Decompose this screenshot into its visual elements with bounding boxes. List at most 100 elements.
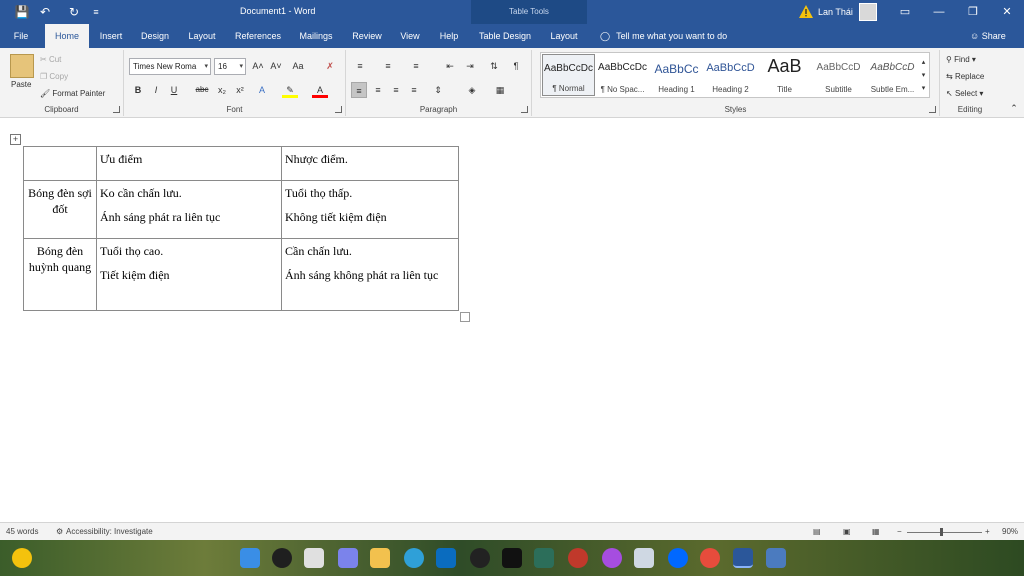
- tab-insert[interactable]: Insert: [94, 24, 128, 48]
- collapse-ribbon-icon[interactable]: ⌃: [1006, 100, 1022, 116]
- warning-icon[interactable]: [799, 5, 813, 18]
- zoom-level[interactable]: 90%: [1002, 527, 1018, 536]
- style-no-spacing[interactable]: AaBbCcDc ¶ No Spac...: [596, 54, 649, 96]
- chat-icon[interactable]: [338, 548, 358, 568]
- tab-view[interactable]: View: [395, 24, 425, 48]
- show-formatting-icon[interactable]: ¶: [508, 58, 524, 74]
- app-doc-icon[interactable]: [766, 548, 786, 568]
- customize-quick-access-icon[interactable]: ≡: [88, 4, 104, 20]
- change-case-icon[interactable]: Aa: [290, 58, 306, 74]
- tell-me-search[interactable]: ◯ Tell me what you want to do: [600, 24, 727, 48]
- bold-icon[interactable]: B: [130, 82, 146, 98]
- style-heading-2[interactable]: AaBbCcD Heading 2: [704, 54, 757, 96]
- align-left-icon[interactable]: ≡: [351, 82, 367, 98]
- shading-icon[interactable]: ◈: [464, 82, 480, 98]
- table-cell[interactable]: Ko cần chấn lưu. Ánh sáng phát ra liên tụ…: [96, 180, 282, 239]
- file-explorer-icon[interactable]: [370, 548, 390, 568]
- tab-home[interactable]: Home: [45, 24, 89, 48]
- tab-table-layout[interactable]: Layout: [545, 24, 583, 48]
- tab-references[interactable]: References: [232, 24, 284, 48]
- clipboard-launcher-icon[interactable]: [113, 106, 120, 113]
- table-cell[interactable]: Tuổi thọ cao. Tiết kiệm điện: [96, 238, 282, 311]
- zoom-slider-thumb[interactable]: [940, 528, 943, 536]
- tab-review[interactable]: Review: [349, 24, 385, 48]
- ribbon-display-options-icon[interactable]: ▭: [888, 0, 922, 24]
- zoom-in-icon[interactable]: +: [985, 527, 990, 536]
- shrink-font-icon[interactable]: A˅: [268, 58, 284, 74]
- redo-icon[interactable]: ↻: [66, 4, 82, 20]
- table-cell[interactable]: Bóng đèn sợi đốt: [23, 180, 97, 239]
- document-canvas[interactable]: + Ưu điểm Nhược điểm. Bóng đèn sợi đốt K…: [0, 118, 1024, 522]
- underline-icon[interactable]: U: [166, 82, 182, 98]
- zalo-icon[interactable]: [668, 548, 688, 568]
- capcut-icon[interactable]: [534, 548, 554, 568]
- word-count[interactable]: 45 words: [6, 527, 38, 536]
- paragraph-launcher-icon[interactable]: [521, 106, 528, 113]
- italic-icon[interactable]: I: [148, 82, 164, 98]
- tiktok-icon[interactable]: [502, 548, 522, 568]
- weather-icon[interactable]: [12, 548, 32, 568]
- table-cell[interactable]: Tuổi thọ thấp. Không tiết kiệm điện: [281, 180, 459, 239]
- tab-mailings[interactable]: Mailings: [294, 24, 338, 48]
- align-right-icon[interactable]: ≡: [388, 82, 404, 98]
- tab-file[interactable]: File: [6, 24, 36, 48]
- highlight-icon[interactable]: ✎: [282, 82, 298, 98]
- text-effects-icon[interactable]: A: [254, 82, 270, 98]
- task-view-icon[interactable]: [304, 548, 324, 568]
- find-button[interactable]: ⚲ Find ▾: [946, 55, 976, 64]
- decrease-indent-icon[interactable]: ⇤: [442, 58, 458, 74]
- subscript-icon[interactable]: x₂: [214, 82, 230, 98]
- tab-help[interactable]: Help: [435, 24, 463, 48]
- restore-icon[interactable]: ❐: [956, 0, 990, 24]
- save-icon[interactable]: 💾: [14, 4, 30, 20]
- table-cell[interactable]: Cần chấn lưu. Ánh sáng không phát ra liên…: [281, 238, 459, 311]
- share-button[interactable]: ☺ Share: [970, 24, 1006, 48]
- grow-font-icon[interactable]: A˄: [250, 58, 266, 74]
- minimize-icon[interactable]: —: [922, 0, 956, 24]
- style-title[interactable]: AaB Title: [758, 54, 811, 96]
- tab-table-design[interactable]: Table Design: [474, 24, 536, 48]
- superscript-icon[interactable]: x²: [232, 82, 248, 98]
- strikethrough-icon[interactable]: abc: [194, 82, 210, 98]
- copy-button[interactable]: ❐ Copy: [40, 72, 68, 81]
- web-layout-icon[interactable]: ▦: [872, 527, 880, 536]
- align-center-icon[interactable]: ≡: [370, 82, 386, 98]
- table-cell[interactable]: [23, 146, 97, 181]
- paste-button[interactable]: Paste: [11, 80, 31, 89]
- table-resize-handle[interactable]: [460, 312, 470, 322]
- style-heading-1[interactable]: AaBbCc Heading 1: [650, 54, 703, 96]
- font-color-icon[interactable]: A: [312, 82, 328, 98]
- close-icon[interactable]: ✕: [990, 0, 1024, 24]
- avatar[interactable]: [859, 3, 877, 21]
- font-name-combo[interactable]: Times New Roma ▾: [129, 58, 211, 75]
- zoom-slider[interactable]: [907, 532, 982, 533]
- table-cell[interactable]: Bóng đèn huỳnh quang: [23, 238, 97, 311]
- clear-formatting-icon[interactable]: ✗: [322, 58, 338, 74]
- store-icon[interactable]: [436, 548, 456, 568]
- format-painter-button[interactable]: 🖌 Format Painter: [40, 89, 105, 98]
- style-subtitle[interactable]: AaBbCcD Subtitle: [812, 54, 865, 96]
- comparison-table[interactable]: Ưu điểm Nhược điểm. Bóng đèn sợi đốt Ko …: [23, 146, 459, 311]
- app-c-icon[interactable]: [470, 548, 490, 568]
- read-mode-icon[interactable]: ▤: [813, 527, 821, 536]
- print-layout-icon[interactable]: ▣: [843, 527, 851, 536]
- zoom-out-icon[interactable]: −: [897, 527, 902, 536]
- select-button[interactable]: ↖ Select ▾: [946, 89, 983, 98]
- table-cell[interactable]: Nhược điểm.: [281, 146, 459, 181]
- bullets-icon[interactable]: ≡: [352, 58, 368, 74]
- photos-icon[interactable]: [634, 548, 654, 568]
- style-normal[interactable]: AaBbCcDc ¶ Normal: [542, 54, 595, 96]
- clipboard-icon[interactable]: [10, 54, 34, 78]
- accessibility-status[interactable]: Accessibility: Investigate: [66, 527, 153, 536]
- justify-icon[interactable]: ≡: [406, 82, 422, 98]
- replace-button[interactable]: ⇆ Replace: [946, 72, 984, 81]
- styles-more-icon[interactable]: ▾: [918, 81, 929, 97]
- font-launcher-icon[interactable]: [335, 106, 342, 113]
- chrome-icon[interactable]: [700, 548, 720, 568]
- user-name[interactable]: Lan Thái: [818, 7, 853, 17]
- table-move-handle-icon[interactable]: +: [10, 134, 21, 145]
- word-icon[interactable]: [733, 548, 753, 568]
- start-icon[interactable]: [240, 548, 260, 568]
- cut-button[interactable]: ✂ Cut: [40, 55, 61, 64]
- undo-icon[interactable]: ↶: [37, 4, 53, 20]
